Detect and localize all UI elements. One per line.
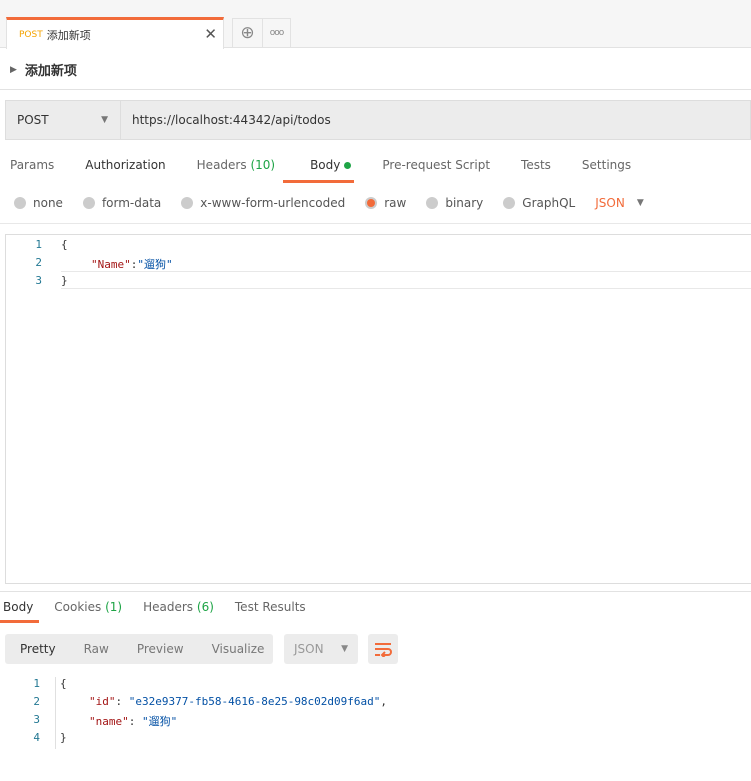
more-options-icon[interactable]: ooo [262, 18, 291, 48]
tab-body[interactable]: Body [310, 158, 352, 172]
expand-triangle-icon[interactable]: ▶ [10, 65, 17, 75]
status-dot-icon [344, 162, 352, 169]
radio-x-www-form-urlencoded[interactable]: x-www-form-urlencoded [181, 196, 345, 210]
radio-binary[interactable]: binary [426, 196, 483, 210]
resp-tab-body[interactable]: Body [3, 600, 33, 614]
tab-name: 添加新项 [46, 28, 91, 42]
resp-tab-test-results[interactable]: Test Results [235, 600, 306, 614]
radio-raw[interactable]: raw [365, 196, 406, 210]
wrap-lines-button[interactable] [368, 634, 398, 664]
tab-method: POST [19, 29, 43, 40]
response-tabs: Body Cookies (1) Headers (6) Test Result… [3, 600, 327, 614]
tab-tests[interactable]: Tests [521, 158, 551, 172]
view-preview[interactable]: Preview [137, 642, 184, 656]
resp-tab-headers[interactable]: Headers (6) [143, 600, 214, 614]
response-format-select[interactable]: JSON ▼ [284, 634, 358, 664]
divider [0, 223, 751, 224]
view-visualize[interactable]: Visualize [212, 642, 265, 656]
method-select[interactable]: POST ▼ [5, 100, 121, 140]
close-icon[interactable]: ✕ [204, 25, 217, 43]
url-input[interactable]: https://localhost:44342/api/todos [120, 100, 751, 140]
tab-settings[interactable]: Settings [582, 158, 631, 172]
active-tab-underline [283, 180, 354, 183]
tab-params[interactable]: Params [10, 158, 54, 172]
chevron-down-icon: ▼ [101, 115, 108, 125]
view-raw[interactable]: Raw [84, 642, 109, 656]
chevron-down-icon[interactable]: ▼ [637, 198, 644, 208]
view-pretty[interactable]: Pretty [20, 642, 56, 656]
request-title[interactable]: ▶ 添加新项 [10, 60, 77, 79]
view-mode-segmented: Pretty Raw Preview Visualize [5, 634, 273, 664]
request-tab[interactable]: POST 添加新项 ✕ [6, 17, 224, 49]
resp-tab-cookies[interactable]: Cookies (1) [54, 600, 122, 614]
request-body-editor[interactable]: 1 2 3 { "Name":"遛狗" } [5, 234, 751, 584]
wrap-icon [375, 643, 392, 657]
radio-graphql[interactable]: GraphQL [503, 196, 575, 210]
active-tab-underline [0, 620, 39, 623]
request-tabs: Params Authorization Headers (10) Body P… [10, 158, 662, 172]
radio-form-data[interactable]: form-data [82, 196, 161, 210]
tab-headers[interactable]: Headers (10) [197, 158, 275, 172]
chevron-down-icon: ▼ [341, 644, 348, 654]
body-type-radios: none form-data x-www-form-urlencoded raw… [14, 196, 644, 210]
body-format-select[interactable]: JSON [595, 196, 625, 210]
divider [0, 89, 751, 90]
radio-none[interactable]: none [14, 196, 63, 210]
tab-pre-request-script[interactable]: Pre-request Script [382, 158, 490, 172]
divider [0, 591, 751, 592]
new-tab-plus-icon[interactable]: ⊕ [232, 18, 263, 48]
tab-authorization[interactable]: Authorization [85, 158, 165, 172]
response-body: 1 2 3 4 { "id": "e32e9377-fb58-4616-8e25… [0, 674, 751, 764]
current-line-highlight [61, 271, 751, 289]
